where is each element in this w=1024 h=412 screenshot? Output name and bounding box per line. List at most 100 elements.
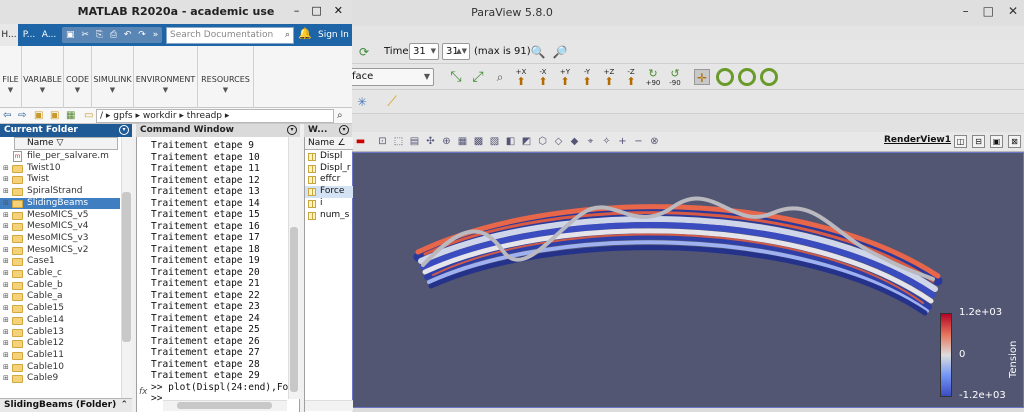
breadcrumb-workdir[interactable]: workdir [143, 111, 177, 121]
breadcrumb[interactable]: / ▸ gpfs ▸ workdir ▸ threadp ▸ [100, 109, 229, 123]
view-plus-x-button[interactable]: +X ⬆ [512, 68, 530, 87]
scrollbar-thumb[interactable] [122, 192, 131, 342]
expand-icon[interactable]: ⊞ [3, 373, 9, 385]
list-item[interactable]: ⊞ Cable10 [0, 362, 120, 374]
breadcrumb-gpfs[interactable]: gpfs [113, 111, 132, 121]
maximize-button[interactable]: □ [311, 4, 321, 17]
list-item[interactable]: m file_per_salvare.m [0, 151, 120, 163]
search-icon[interactable]: ⌕ [337, 110, 343, 121]
name-column-header[interactable]: Name ∠ [305, 137, 353, 150]
expand-icon[interactable]: ⊞ [3, 210, 9, 222]
select-block-icon[interactable]: ◧ [504, 135, 517, 148]
list-item[interactable]: ⊞ Cable_b [0, 280, 120, 292]
list-item[interactable]: ⊞ SlidingBeams [0, 197, 120, 210]
grow-selection-icon[interactable]: + [616, 135, 629, 148]
zoom-closest-icon[interactable]: 🔎 [552, 44, 568, 60]
view-minus-x-button[interactable]: -X ⬆ [534, 68, 552, 87]
expand-icon[interactable]: ⊞ [3, 303, 9, 315]
expand-icon[interactable]: ⊞ [3, 186, 9, 198]
hover-cells-icon[interactable]: ◆ [568, 135, 581, 148]
fx-icon[interactable]: fx [139, 387, 148, 397]
table-row[interactable]: num_s [305, 210, 353, 222]
ribbon-section-simulink[interactable]: SIMULINK ▼ [92, 46, 134, 108]
render-view[interactable] [352, 152, 1024, 408]
list-item[interactable]: ⊞ Cable15 [0, 303, 120, 315]
ribbon-section-environment[interactable]: ENVIRONMENT ▼ [134, 46, 198, 108]
close-button[interactable]: ✕ [334, 4, 343, 17]
rotate-plus-90-button[interactable]: ↻ +90 [644, 68, 662, 87]
reset-view-icon[interactable]: ▬ [354, 135, 367, 148]
expand-icon[interactable]: ⊞ [3, 245, 9, 257]
select-points-icon[interactable]: ▩ [472, 135, 485, 148]
select-points-on-icon[interactable]: ✧ [600, 135, 613, 148]
expand-icon[interactable]: ⊞ [3, 315, 9, 327]
expand-icon[interactable]: ⊞ [3, 221, 9, 233]
select-cells-icon[interactable]: ▦ [456, 135, 469, 148]
expand-icon[interactable]: ⊞ [3, 268, 9, 280]
list-item[interactable]: ⊞ Cable13 [0, 327, 120, 339]
tab-plots[interactable]: P... [20, 24, 38, 46]
reset-camera-icon[interactable]: ⤡ [448, 69, 464, 85]
clear-selection-icon[interactable]: ⊗ [648, 135, 661, 148]
table-row[interactable]: Force [305, 186, 353, 198]
table-row[interactable]: effcr [305, 174, 353, 186]
expand-icon[interactable]: ⊞ [3, 362, 9, 374]
expand-icon[interactable]: ⊞ [3, 198, 9, 210]
minimize-button[interactable]: – [294, 4, 300, 17]
view-plus-y-button[interactable]: +Y ⬆ [556, 68, 574, 87]
list-item[interactable]: ⊞ Twist [0, 174, 120, 186]
representation-combo[interactable]: face ▼ [348, 68, 434, 86]
command-window[interactable]: Traitement etape 9 Traitement etape 10 Tra… [136, 137, 300, 412]
ribbon-section-variable[interactable]: VARIABLE ▼ [22, 46, 64, 108]
tab-home[interactable]: H... [0, 24, 18, 46]
list-item[interactable]: ⊞ MesoMICS_v2 [0, 245, 120, 257]
reload-icon[interactable]: ⟳ [356, 44, 372, 60]
split-vertical-button[interactable]: ⊟ [972, 135, 985, 148]
polygon-select-icon[interactable]: ⬡ [536, 135, 549, 148]
rotate-minus-90-button[interactable]: ↺ -90 [666, 68, 684, 87]
list-item[interactable]: ⊞ Cable11 [0, 350, 120, 362]
select-cells-on-icon[interactable]: ⌖ [584, 135, 597, 148]
expand-icon[interactable]: ⊞ [3, 256, 9, 268]
tab-apps[interactable]: A... [40, 24, 58, 46]
list-item[interactable]: ⊞ Cable_a [0, 291, 120, 303]
ribbon-section-resources[interactable]: RESOURCES ▼ [198, 46, 254, 108]
hover-points-icon[interactable]: ◇ [552, 135, 565, 148]
pick-center-icon[interactable]: ⊕ [440, 135, 453, 148]
orbit-camera-icon[interactable] [716, 68, 734, 86]
browse-folder-icon[interactable]: ▣ [50, 109, 59, 123]
expand-icon[interactable]: ⊞ [3, 280, 9, 292]
sign-in-link[interactable]: Sign In [318, 24, 349, 46]
time-value-combo[interactable]: 31 ▼ [409, 43, 439, 60]
forward-arrow-icon[interactable]: ⇨ [18, 109, 26, 123]
notification-bell-icon[interactable]: 🔔 [298, 27, 312, 40]
close-button[interactable]: ✕ [1008, 4, 1018, 18]
list-item[interactable]: ⊞ Cable9 [0, 373, 120, 385]
maximize-view-button[interactable]: ▣ [990, 135, 1003, 148]
snowflake-icon[interactable]: ✳ [354, 94, 370, 110]
panel-menu-icon[interactable]: ▾ [287, 125, 297, 135]
interactive-select-icon[interactable]: ◩ [520, 135, 533, 148]
table-row[interactable]: Displ_r [305, 163, 353, 175]
panel-menu-icon[interactable]: ▾ [339, 125, 349, 135]
roll-camera-icon[interactable] [738, 68, 756, 86]
close-view-button[interactable]: ⊠ [1008, 135, 1021, 148]
zoom-to-data-icon[interactable]: 🔍 [530, 44, 546, 60]
expand-icon[interactable]: ⊞ [3, 327, 9, 339]
expand-icon[interactable]: ⊞ [3, 338, 9, 350]
search-documentation-input[interactable]: Search Documentation ⌕ [166, 27, 294, 44]
toggle-center-icon[interactable]: ▤ [408, 135, 421, 148]
list-item[interactable]: ⊞ MesoMICS_v4 [0, 221, 120, 233]
table-row[interactable]: Displ [305, 151, 353, 163]
interaction-mode-icon[interactable]: ✛ [694, 69, 710, 85]
up-folder-icon[interactable]: ▣ [34, 109, 43, 123]
view-minus-y-button[interactable]: -Y ⬆ [578, 68, 596, 87]
list-item[interactable]: ⊞ Cable_c [0, 268, 120, 280]
list-item[interactable]: ⊞ Twist10 [0, 163, 120, 175]
ribbon-section-file[interactable]: FILE ▼ [0, 46, 22, 108]
breadcrumb-threadp[interactable]: threadp [187, 111, 222, 121]
orientation-axes-icon[interactable]: ⬚ [392, 135, 405, 148]
panel-menu-icon[interactable]: ▾ [119, 125, 129, 135]
time-step-spinbox[interactable]: 31 ▲▼ [442, 43, 470, 60]
current-folder-details[interactable]: SlidingBeams (Folder) ⌃ [0, 398, 132, 412]
